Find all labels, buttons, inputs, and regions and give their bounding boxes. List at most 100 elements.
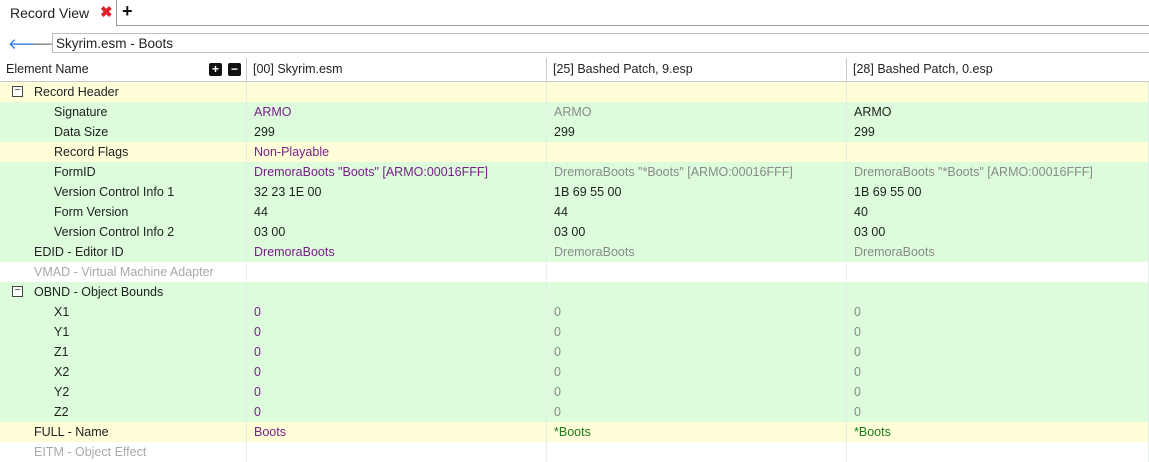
value-cell[interactable]: 1B 69 55 00 [847, 182, 1149, 202]
column-header-bashed-patch-0[interactable]: [28] Bashed Patch, 0.esp [847, 58, 1149, 81]
tree-row[interactable]: Form Version 44 44 40 [0, 202, 1149, 222]
expand-all-icon[interactable]: + [209, 63, 222, 76]
value-cell[interactable] [247, 262, 547, 282]
value-cell[interactable]: DremoraBoots "*Boots" [ARMO:00016FFF] [547, 162, 847, 182]
value-cell[interactable] [547, 142, 847, 162]
value-cell[interactable] [547, 82, 847, 102]
value-cell[interactable]: 299 [847, 122, 1149, 142]
tab-record-view[interactable]: Record View ✖ [0, 0, 117, 26]
element-name-cell[interactable]: Version Control Info 2 [0, 222, 247, 242]
element-name-cell[interactable]: Signature [0, 102, 247, 122]
value-cell[interactable]: 0 [847, 302, 1149, 322]
value-cell[interactable] [847, 82, 1149, 102]
collapse-node-icon[interactable]: − [12, 86, 23, 97]
tree-row[interactable]: Version Control Info 1 32 23 1E 00 1B 69 5… [0, 182, 1149, 202]
element-name-cell[interactable]: Y1 [0, 322, 247, 342]
value-cell[interactable] [847, 442, 1149, 462]
value-cell[interactable]: Non-Playable [247, 142, 547, 162]
tree-row[interactable]: Signature ARMO ARMO ARMO [0, 102, 1149, 122]
value-cell[interactable]: DremoraBoots [547, 242, 847, 262]
element-name-cell[interactable]: FormID [0, 162, 247, 182]
record-path-input[interactable] [52, 33, 1149, 53]
value-cell[interactable]: *Boots [547, 422, 847, 442]
value-cell[interactable]: 0 [847, 382, 1149, 402]
column-header-bashed-patch-9[interactable]: [25] Bashed Patch, 9.esp [547, 58, 847, 81]
value-cell[interactable]: DremoraBoots [847, 242, 1149, 262]
value-cell[interactable]: 0 [847, 402, 1149, 422]
element-name-cell[interactable]: Z2 [0, 402, 247, 422]
tree-row[interactable]: Y2 0 0 0 [0, 382, 1149, 402]
element-name-cell[interactable]: Record Flags [0, 142, 247, 162]
tree-row[interactable]: FormID DremoraBoots "Boots" [ARMO:00016FF… [0, 162, 1149, 182]
value-cell[interactable]: 0 [547, 402, 847, 422]
element-name-cell[interactable]: Data Size [0, 122, 247, 142]
column-header-skyrim-esm[interactable]: [00] Skyrim.esm [247, 58, 547, 81]
value-cell[interactable]: 0 [547, 322, 847, 342]
element-name-cell[interactable]: X1 [0, 302, 247, 322]
value-cell[interactable] [247, 82, 547, 102]
element-name-cell[interactable]: X2 [0, 362, 247, 382]
element-name-cell[interactable]: Y2 [0, 382, 247, 402]
value-cell[interactable]: 44 [547, 202, 847, 222]
column-header-element-name[interactable]: Element Name + − [0, 58, 247, 81]
element-name-cell[interactable]: EDID - Editor ID [0, 242, 247, 262]
element-name-cell[interactable]: − Record Header [0, 82, 247, 102]
tree-row[interactable]: EITM - Object Effect [0, 442, 1149, 462]
value-cell[interactable]: ARMO [847, 102, 1149, 122]
value-cell[interactable]: DremoraBoots [247, 242, 547, 262]
tree-row[interactable]: X2 0 0 0 [0, 362, 1149, 382]
value-cell[interactable] [247, 282, 547, 302]
tree-row[interactable]: Record Flags Non-Playable [0, 142, 1149, 162]
value-cell[interactable]: 0 [847, 342, 1149, 362]
element-name-cell[interactable]: Form Version [0, 202, 247, 222]
value-cell[interactable] [247, 442, 547, 462]
element-name-cell[interactable]: Version Control Info 1 [0, 182, 247, 202]
tree-row[interactable]: Version Control Info 2 03 00 03 00 03 00 [0, 222, 1149, 242]
collapse-all-icon[interactable]: − [228, 63, 241, 76]
value-cell[interactable] [847, 282, 1149, 302]
value-cell[interactable]: 03 00 [847, 222, 1149, 242]
value-cell[interactable]: 0 [547, 382, 847, 402]
value-cell[interactable]: 03 00 [547, 222, 847, 242]
value-cell[interactable]: 32 23 1E 00 [247, 182, 547, 202]
tree-row[interactable]: X1 0 0 0 [0, 302, 1149, 322]
element-name-cell[interactable]: EITM - Object Effect [0, 442, 247, 462]
value-cell[interactable] [547, 442, 847, 462]
value-cell[interactable]: Boots [247, 422, 547, 442]
value-cell[interactable]: 0 [247, 362, 547, 382]
add-tab-icon[interactable]: + [122, 1, 133, 22]
value-cell[interactable]: DremoraBoots "Boots" [ARMO:00016FFF] [247, 162, 547, 182]
value-cell[interactable]: 0 [847, 322, 1149, 342]
value-cell[interactable]: 0 [547, 302, 847, 322]
tree-row[interactable]: Data Size 299 299 299 [0, 122, 1149, 142]
value-cell[interactable]: ARMO [547, 102, 847, 122]
value-cell[interactable]: ARMO [247, 102, 547, 122]
tree-row[interactable]: − OBND - Object Bounds [0, 282, 1149, 302]
tree-row[interactable]: − Record Header [0, 82, 1149, 102]
value-cell[interactable]: *Boots [847, 422, 1149, 442]
value-cell[interactable] [847, 142, 1149, 162]
element-name-cell[interactable]: VMAD - Virtual Machine Adapter [0, 262, 247, 282]
value-cell[interactable]: 0 [247, 322, 547, 342]
tree-row[interactable]: VMAD - Virtual Machine Adapter [0, 262, 1149, 282]
close-tab-icon[interactable]: ✖ [100, 3, 113, 21]
value-cell[interactable] [547, 282, 847, 302]
element-name-cell[interactable]: − OBND - Object Bounds [0, 282, 247, 302]
element-name-cell[interactable]: Z1 [0, 342, 247, 362]
tree-row[interactable]: Y1 0 0 0 [0, 322, 1149, 342]
value-cell[interactable]: 0 [247, 302, 547, 322]
value-cell[interactable]: 0 [247, 402, 547, 422]
value-cell[interactable]: 40 [847, 202, 1149, 222]
value-cell[interactable]: 44 [247, 202, 547, 222]
value-cell[interactable]: 299 [247, 122, 547, 142]
value-cell[interactable]: 1B 69 55 00 [547, 182, 847, 202]
value-cell[interactable]: 0 [247, 342, 547, 362]
tree-row[interactable]: Z1 0 0 0 [0, 342, 1149, 362]
value-cell[interactable]: 0 [847, 362, 1149, 382]
value-cell[interactable]: 0 [547, 342, 847, 362]
value-cell[interactable] [847, 262, 1149, 282]
element-name-cell[interactable]: FULL - Name [0, 422, 247, 442]
value-cell[interactable]: 03 00 [247, 222, 547, 242]
value-cell[interactable] [547, 262, 847, 282]
tree-row[interactable]: Z2 0 0 0 [0, 402, 1149, 422]
